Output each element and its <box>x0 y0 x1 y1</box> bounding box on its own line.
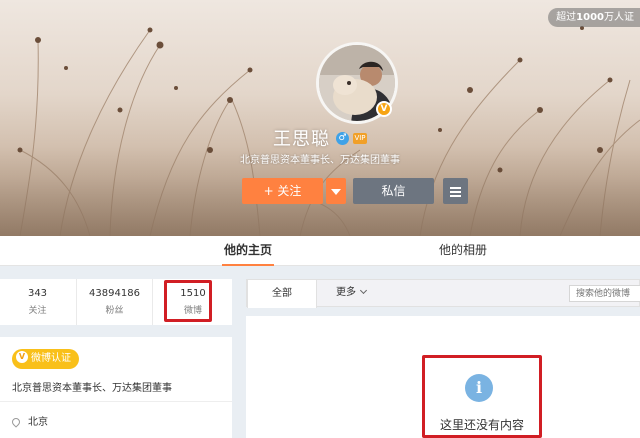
feed-filter-bar: 全部 更多 <box>246 279 640 308</box>
verify-badge[interactable]: V 微博认证 <box>12 349 79 369</box>
highlight-box-empty-state <box>422 355 542 438</box>
message-button[interactable]: 私信 <box>353 178 434 204</box>
verify-description: 北京普思资本董事长、万达集团董事 <box>12 383 172 394</box>
v-icon: V <box>16 351 28 363</box>
verified-v-icon: V <box>376 101 392 117</box>
tab-home[interactable]: 他的主页 <box>222 236 274 266</box>
follow-options-button[interactable] <box>326 178 346 204</box>
follow-button[interactable]: + 关注 <box>242 178 323 204</box>
location: 北京 <box>10 413 48 428</box>
more-menu-button[interactable] <box>443 178 468 204</box>
profile-name: 王思聪 <box>273 129 330 150</box>
tab-album[interactable]: 他的相册 <box>437 236 489 266</box>
certification-count-badge[interactable]: 超过1000万人证 <box>548 8 640 27</box>
stat-value: 43894186 <box>89 288 140 299</box>
location-pin-icon <box>10 416 22 428</box>
tab-all[interactable]: 全部 <box>247 279 317 308</box>
highlight-box-weibo-count <box>164 280 212 322</box>
stat-following[interactable]: 343 关注 <box>0 279 75 325</box>
stat-label: 粉丝 <box>105 306 124 316</box>
stat-fans[interactable]: 43894186 粉丝 <box>76 279 153 325</box>
chevron-down-icon <box>331 188 341 195</box>
profile-info-card: V 微博认证 北京普思资本董事长、万达集团董事 北京 <box>0 337 232 438</box>
divider <box>0 401 232 402</box>
chevron-down-icon <box>359 286 368 295</box>
male-icon: ♂ <box>336 131 349 145</box>
stat-label: 关注 <box>28 306 47 316</box>
more-dropdown[interactable]: 更多 <box>336 280 368 306</box>
search-input[interactable] <box>569 285 640 302</box>
profile-description: 北京普思资本董事长、万达集团董事 <box>240 155 400 166</box>
vip-icon[interactable]: VIP <box>353 132 367 144</box>
menu-icon <box>450 185 461 199</box>
profile-tabs: 他的主页 他的相册 <box>0 236 640 266</box>
stat-value: 343 <box>27 288 48 299</box>
